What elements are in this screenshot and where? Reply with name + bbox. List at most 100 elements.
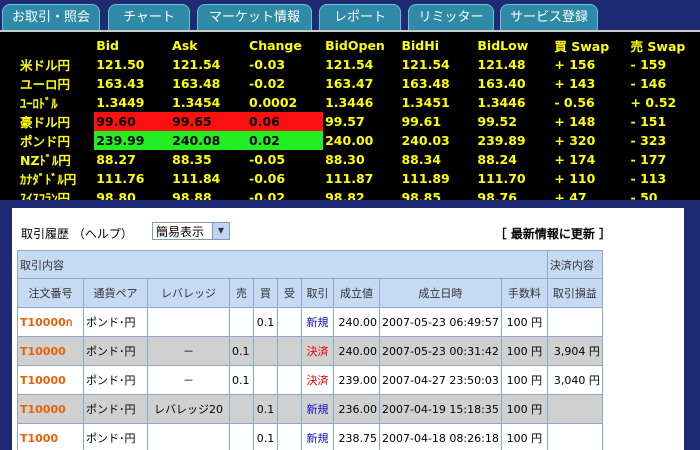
- history-title[interactable]: 取引履歴 （ヘルプ）: [21, 225, 133, 242]
- history-cell-leverage: [147, 423, 230, 450]
- rate-cell-bid: 163.43: [96, 76, 145, 91]
- rate-cell-bidhi: 88.34: [401, 152, 442, 167]
- chevron-down-icon[interactable]: ▼: [212, 223, 229, 239]
- history-cell-currency-pair: ポンド･円: [83, 365, 148, 395]
- history-cell-receive: [277, 365, 302, 395]
- history-cell-order-no[interactable]: T1000: [17, 423, 84, 450]
- tab-market-info[interactable]: マーケット情報: [197, 4, 312, 30]
- rate-cell-bidopen: 240.00: [325, 133, 374, 148]
- history-cell-receive: [277, 336, 302, 366]
- rate-row: 豪ドル円 99.60 99.65 0.06 99.57 99.61 99.52 + 148 - …: [18, 112, 700, 131]
- rate-cell-bidhi: 240.03: [401, 133, 450, 148]
- history-cell-datetime: 2007-05-23 00:31:42: [379, 336, 502, 366]
- rate-cell-ask: 99.65: [170, 112, 248, 131]
- history-cell-profit-loss: [546, 423, 603, 450]
- rate-cell-bidopen: 163.47: [325, 76, 374, 91]
- rate-cell-bidopen: 99.57: [325, 114, 365, 129]
- rate-cell-change: -0.05: [249, 152, 286, 167]
- history-cell-datetime: 2007-04-18 08:26:18: [379, 423, 502, 450]
- history-row[interactable]: T10000ก ポンド･円 0.1 新規 240.00 2007-05-23 06:49:…: [17, 307, 603, 337]
- rate-cell-bidopen: 88.30: [325, 152, 365, 167]
- tab-report[interactable]: レポート: [319, 4, 401, 30]
- rate-cell-buy-swap: - 0.56: [554, 95, 595, 110]
- rate-cell-buy-swap: + 148: [554, 114, 596, 129]
- rate-cell-bid: 111.76: [96, 171, 145, 186]
- history-cell-order-no[interactable]: T10000ก: [17, 307, 84, 337]
- history-row[interactable]: T10000 ポンド･円 レバレッジ20 0.1 新規 236.00 2007-04-19 …: [17, 394, 603, 424]
- rate-cell-bidlow: 88.24: [477, 152, 517, 167]
- history-cell-profit-loss: 3,904 円: [546, 336, 603, 366]
- history-cell-leverage: －: [147, 336, 230, 366]
- tab-bar: お取引・照会 チャート マーケット情報 レポート リミッター サービス登録: [0, 0, 700, 30]
- rate-cell-ask: 163.48: [172, 76, 221, 91]
- tab-service-registration[interactable]: サービス登録: [500, 4, 598, 30]
- col-sell: 売: [229, 278, 254, 308]
- rate-cell-bidlow: 99.52: [477, 114, 517, 129]
- history-cell-buy: [253, 336, 278, 366]
- rate-cell-change: 0.06: [247, 112, 324, 131]
- rate-col-bidopen: BidOpen: [325, 38, 385, 53]
- rate-cell-buy-swap: + 110: [554, 171, 596, 186]
- refresh-link[interactable]: ［ 最新情報に更新 ］: [495, 225, 611, 242]
- history-row[interactable]: T1000 ポンド･円 0.1 新規 238.75 2007-04-18 08:26:18…: [17, 423, 603, 450]
- history-cell-trade-type: 決済: [301, 336, 334, 366]
- rate-cell-buy-swap: + 320: [554, 133, 596, 148]
- history-cell-price: 240.00: [333, 307, 380, 337]
- history-cell-buy: [253, 365, 278, 395]
- col-fee: 手数料: [500, 278, 548, 308]
- history-cell-leverage: [147, 307, 230, 337]
- history-cell-leverage: レバレッジ20: [147, 394, 230, 424]
- history-cell-sell: [229, 307, 254, 337]
- history-cell-price: 236.00: [333, 394, 380, 424]
- history-cell-order-no[interactable]: T10000: [17, 336, 84, 366]
- rate-cell-buy-swap: + 156: [554, 57, 596, 72]
- view-mode-select[interactable]: 簡易表示 ▼: [152, 222, 230, 240]
- rate-cell-pair: ポンド円: [20, 134, 71, 149]
- history-cell-receive: [277, 394, 302, 424]
- history-cell-receive: [277, 307, 302, 337]
- rate-cell-sell-swap: - 177: [630, 152, 667, 167]
- history-cell-currency-pair: ポンド･円: [83, 307, 148, 337]
- col-datetime: 成立日時: [379, 278, 502, 308]
- rate-cell-bidlow: 163.40: [477, 76, 526, 91]
- rate-row: ポンド円 239.99 240.08 0.02 240.00 240.03 239.89 + …: [18, 131, 700, 150]
- rate-cell-change: -0.02: [249, 76, 286, 91]
- history-row[interactable]: T10000 ポンド･円－ 0.1 決済 240.00 2007-05-23 00:31:…: [17, 336, 603, 366]
- rate-cell-bidopen: 111.87: [325, 171, 374, 186]
- history-cell-buy: 0.1: [253, 394, 278, 424]
- rate-cell-bidlow: 111.70: [477, 171, 526, 186]
- col-buy: 買: [253, 278, 278, 308]
- history-cell-fee: 100 円: [500, 423, 548, 450]
- history-cell-trade-type: 新規: [301, 307, 334, 337]
- history-cell-trade-type: 新規: [301, 423, 334, 450]
- history-cell-price: 239.00: [333, 365, 380, 395]
- rate-cell-bidhi: 99.61: [401, 114, 442, 129]
- col-price: 成立値: [333, 278, 380, 308]
- history-cell-order-no[interactable]: T10000: [17, 365, 84, 395]
- history-cell-trade-type: 新規: [301, 394, 334, 424]
- history-cell-sell: [229, 423, 254, 450]
- history-area: 取引履歴 （ヘルプ） 簡易表示 ▼ ［ 最新情報に更新 ］ 取引内容 決済内容 …: [0, 200, 700, 450]
- history-header-row: 注文番号 通貨ペア レバレッジ 売 買 受 取引 成立値 成立日時 手数料 取引…: [17, 278, 603, 308]
- history-cell-currency-pair: ポンド･円: [83, 394, 148, 424]
- history-cell-order-no[interactable]: T10000: [17, 394, 84, 424]
- rate-cell-bid: 239.99: [94, 131, 171, 150]
- rate-cell-sell-swap: - 323: [630, 133, 667, 148]
- history-cell-datetime: 2007-04-27 23:50:03: [379, 365, 502, 395]
- rate-col-change: Change: [249, 38, 302, 53]
- tab-chart[interactable]: チャート: [108, 4, 190, 30]
- history-cell-currency-pair: ポンド･円: [83, 423, 148, 450]
- rate-cell-bid: 88.27: [96, 152, 136, 167]
- rate-cell-bid: 1.3449: [96, 95, 145, 110]
- rate-row: ﾕｰﾛﾄﾞﾙ 1.3449 1.3454 0.0002 1.3446 1.3451 1.34…: [18, 93, 700, 112]
- history-cell-buy: 0.1: [253, 423, 278, 450]
- history-cell-fee: 100 円: [500, 365, 548, 395]
- history-cell-receive: [277, 423, 302, 450]
- rate-cell-ask: 111.84: [172, 171, 221, 186]
- col-trade-type: 取引: [301, 278, 334, 308]
- history-row[interactable]: T10000 ポンド･円－ 0.1 決済 239.00 2007-04-27 23:50:…: [17, 365, 603, 395]
- rate-cell-ask: 240.08: [170, 131, 248, 150]
- rate-cell-pair: 米ドル円: [20, 58, 71, 73]
- tab-trade-inquiry[interactable]: お取引・照会: [2, 4, 100, 30]
- tab-limiter[interactable]: リミッター: [408, 4, 494, 30]
